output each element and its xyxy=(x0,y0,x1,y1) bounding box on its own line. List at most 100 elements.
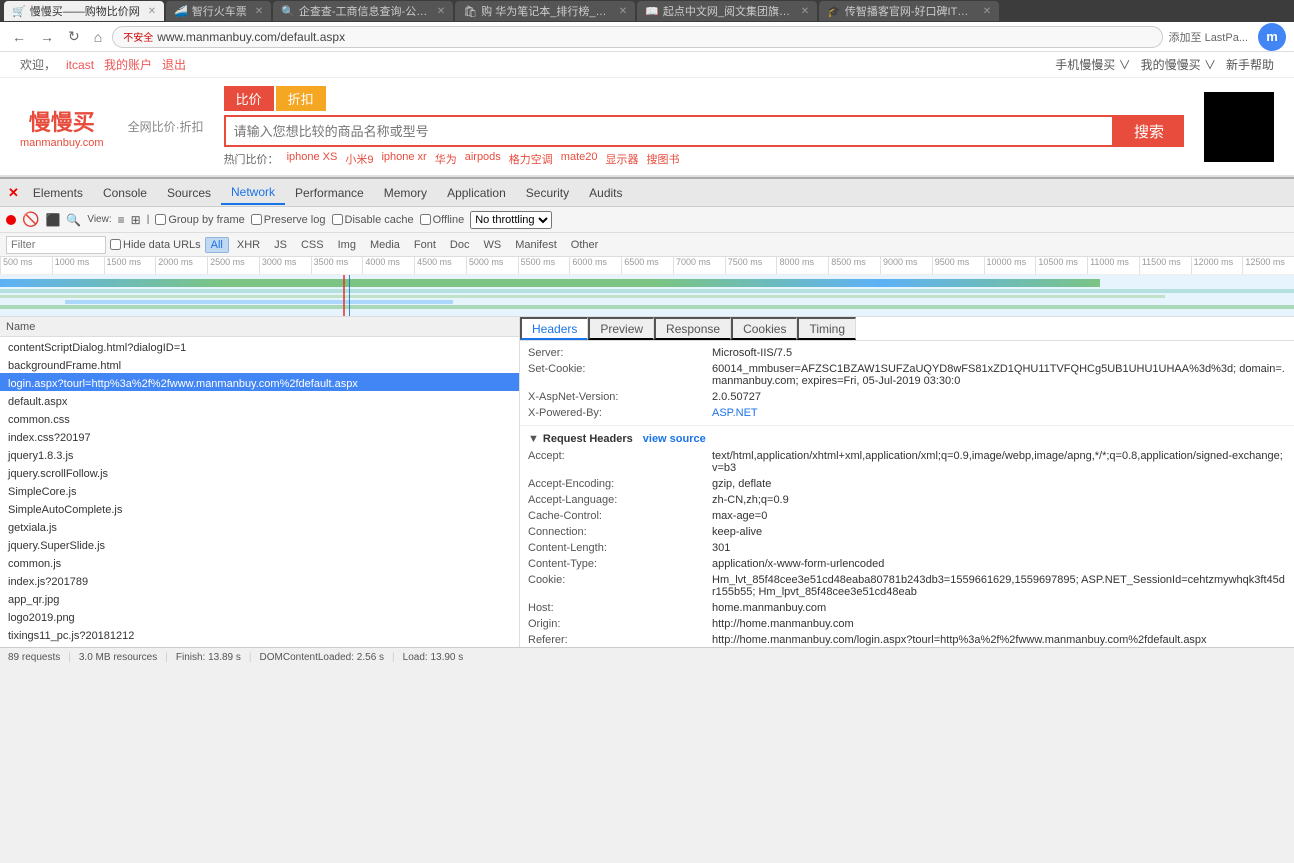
search-tab-bija[interactable]: 比价 xyxy=(224,86,274,111)
detail-tab-timing[interactable]: Timing xyxy=(797,317,856,340)
forward-button[interactable]: → xyxy=(36,27,58,47)
aspnet-version-key: X-AspNet-Version: xyxy=(528,391,708,403)
detail-tab-headers[interactable]: Headers xyxy=(520,317,588,340)
my-nav[interactable]: 我的慢慢买 ∨ xyxy=(1141,56,1216,73)
type-manifest[interactable]: Manifest xyxy=(509,237,563,253)
tab-manmanbuy[interactable]: 🛒 慢慢买——购物比价网 ✕ xyxy=(4,1,164,21)
file-item-simplecore[interactable]: SimpleCore.js xyxy=(0,481,519,499)
tab-application[interactable]: Application xyxy=(437,182,516,204)
tab-close[interactable]: ✕ xyxy=(148,6,156,17)
my-account-link[interactable]: 我的账户 xyxy=(104,56,152,73)
tab-elements[interactable]: Elements xyxy=(23,182,93,204)
filter-icon[interactable]: ⬛ xyxy=(45,213,60,227)
file-item-logo[interactable]: logo2019.png xyxy=(0,607,519,625)
tab-sources[interactable]: Sources xyxy=(157,182,221,204)
tab-close[interactable]: ✕ xyxy=(983,6,991,17)
tab-performance[interactable]: Performance xyxy=(285,182,374,204)
x-powered-key: X-Powered-By: xyxy=(528,407,708,419)
file-item-common-css[interactable]: common.css xyxy=(0,409,519,427)
list-view-btn[interactable]: ≡ xyxy=(118,213,125,227)
file-item-jquery[interactable]: jquery1.8.3.js xyxy=(0,445,519,463)
tab-close[interactable]: ✕ xyxy=(437,6,445,17)
file-item-simpleautocomplete[interactable]: SimpleAutoComplete.js xyxy=(0,499,519,517)
back-button[interactable]: ← xyxy=(8,27,30,47)
preserve-log-checkbox[interactable] xyxy=(251,214,262,225)
cache-control-row: Cache-Control: max-age=0 xyxy=(528,508,1286,524)
file-item-scroll[interactable]: jquery.scrollFollow.js xyxy=(0,463,519,481)
search-button[interactable]: 搜索 xyxy=(1114,115,1184,147)
username-link[interactable]: itcast xyxy=(66,58,94,72)
file-item-contentscriptdialog[interactable]: contentScriptDialog.html?dialogID=1 xyxy=(0,337,519,355)
throttle-select[interactable]: No throttling xyxy=(470,211,552,229)
filter-input[interactable] xyxy=(6,236,106,254)
hot-search-item-2[interactable]: 小米9 xyxy=(345,151,373,167)
file-item-index-js[interactable]: index.js?201789 xyxy=(0,571,519,589)
record-button[interactable] xyxy=(6,215,16,225)
tab-qidian[interactable]: 📖 起点中文网_阅文集团旗下网站 ✕ xyxy=(637,1,817,21)
hide-data-urls-checkbox[interactable] xyxy=(110,239,121,250)
host-val: home.manmanbuy.com xyxy=(712,602,1286,614)
tab-zhixing[interactable]: 🚄 智行火车票 ✕ xyxy=(166,1,271,21)
tab-security[interactable]: Security xyxy=(516,182,579,204)
url-box[interactable]: 不安全 www.manmanbuy.com/default.aspx xyxy=(112,26,1162,48)
tab-audits[interactable]: Audits xyxy=(579,182,632,204)
hot-search-item-1[interactable]: iphone XS xyxy=(287,151,338,167)
hot-search-item-8[interactable]: 显示器 xyxy=(606,151,639,167)
view-source-link[interactable]: view source xyxy=(643,433,706,445)
file-item-superslide[interactable]: jquery.SuperSlide.js xyxy=(0,535,519,553)
tab-huawei[interactable]: 🛍 购 华为笔记本_排行榜_推荐_什么机... ✕ xyxy=(455,1,635,21)
logout-link[interactable]: 退出 xyxy=(162,56,186,73)
detail-tab-cookies[interactable]: Cookies xyxy=(731,317,797,340)
hot-search-item-9[interactable]: 搜图书 xyxy=(647,151,680,167)
type-img[interactable]: Img xyxy=(332,237,362,253)
home-button[interactable]: ⌂ xyxy=(90,27,106,47)
file-item-index-css[interactable]: index.css?20197 xyxy=(0,427,519,445)
detail-tab-preview[interactable]: Preview xyxy=(588,317,654,340)
type-other[interactable]: Other xyxy=(565,237,605,253)
detail-tab-response[interactable]: Response xyxy=(654,317,731,340)
type-ws[interactable]: WS xyxy=(477,237,507,253)
reload-button[interactable]: ↻ xyxy=(64,26,84,47)
tab-itcast[interactable]: 🎓 传智播客官网-好口碑IT培训机构... ✕ xyxy=(819,1,999,21)
file-item-getxiala[interactable]: getxiala.js xyxy=(0,517,519,535)
google-account-avatar[interactable]: m xyxy=(1258,23,1286,51)
type-css[interactable]: CSS xyxy=(295,237,330,253)
search-input[interactable] xyxy=(224,115,1114,147)
file-item-default[interactable]: default.aspx xyxy=(0,391,519,409)
tab-close[interactable]: ✕ xyxy=(619,6,627,17)
hot-search-item-3[interactable]: iphone xr xyxy=(381,151,426,167)
type-js[interactable]: JS xyxy=(268,237,293,253)
type-xhr[interactable]: XHR xyxy=(231,237,266,253)
search-tab-zhekou[interactable]: 折扣 xyxy=(276,86,326,111)
disable-cache-checkbox[interactable] xyxy=(332,214,343,225)
tab-qicha[interactable]: 🔍 企查查-工商信息查询-公司企业... ✕ xyxy=(273,1,453,21)
tab-close[interactable]: ✕ xyxy=(801,6,809,17)
type-media[interactable]: Media xyxy=(364,237,406,253)
mobile-nav[interactable]: 手机慢慢买 ∨ xyxy=(1055,56,1130,73)
file-item-common-js[interactable]: common.js xyxy=(0,553,519,571)
search-icon[interactable]: 🔍 xyxy=(66,213,81,227)
hot-search-item-7[interactable]: mate20 xyxy=(561,151,598,167)
tab-favicon: 📖 xyxy=(645,5,659,18)
tab-memory[interactable]: Memory xyxy=(374,182,437,204)
file-item-backgroundframe[interactable]: backgroundFrame.html xyxy=(0,355,519,373)
type-doc[interactable]: Doc xyxy=(444,237,476,253)
offline-checkbox[interactable] xyxy=(420,214,431,225)
hot-search-item-4[interactable]: 华为 xyxy=(435,151,457,167)
tab-console[interactable]: Console xyxy=(93,182,157,204)
file-item-app-qr[interactable]: app_qr.jpg xyxy=(0,589,519,607)
request-headers-header[interactable]: ▼ Request Headers view source xyxy=(528,430,1286,448)
help-nav[interactable]: 新手帮助 xyxy=(1226,56,1274,73)
group-by-frame-checkbox[interactable] xyxy=(155,214,166,225)
file-item-tixings[interactable]: tixings11_pc.js?20181212 xyxy=(0,625,519,643)
grid-view-btn[interactable]: ⊞ xyxy=(131,213,141,227)
file-item-login[interactable]: login.aspx?tourl=http%3a%2f%2fwww.manman… xyxy=(0,373,519,391)
type-font[interactable]: Font xyxy=(408,237,442,253)
hot-search-item-6[interactable]: 格力空调 xyxy=(509,151,553,167)
tab-close[interactable]: ✕ xyxy=(255,6,263,17)
type-all[interactable]: All xyxy=(205,237,229,253)
tab-network[interactable]: Network xyxy=(221,181,285,205)
devtools-close[interactable]: ✕ xyxy=(4,185,23,201)
clear-button[interactable]: 🚫 xyxy=(22,211,39,228)
hot-search-item-5[interactable]: airpods xyxy=(465,151,501,167)
